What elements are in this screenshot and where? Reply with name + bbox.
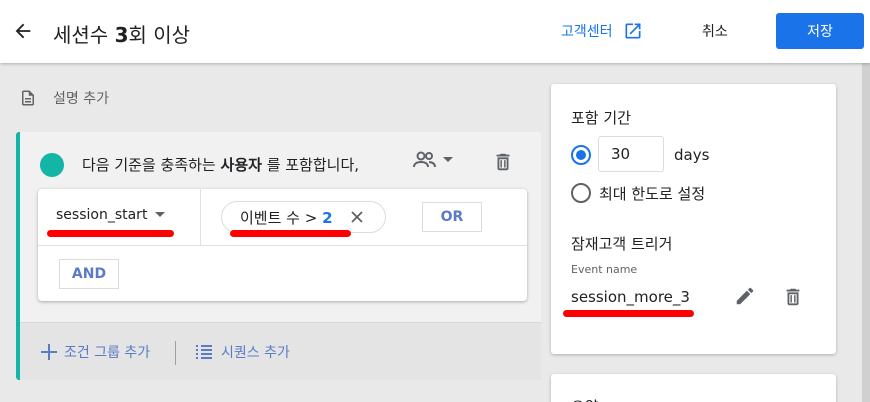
cancel-button[interactable]: 취소 [702, 21, 728, 41]
people-icon [413, 151, 436, 168]
title-bold: 3 [114, 23, 129, 47]
scope-dropdown[interactable] [412, 150, 454, 170]
edit-pencil-icon[interactable] [734, 285, 756, 307]
page-title: 세션수 3회 이상 [53, 19, 190, 48]
group-text-prefix: 다음 기준을 충족하는 [82, 156, 221, 174]
column-divider [200, 189, 201, 245]
annotation-underline-chip [230, 230, 351, 237]
condition-group-header: 다음 기준을 충족하는 사용자 를 포함합니다, [20, 132, 541, 192]
summary-panel: 요약 [551, 374, 836, 402]
annotation-underline-trigger [563, 310, 694, 317]
help-center-link[interactable]: 고객센터 [561, 21, 643, 41]
annotation-underline-event [47, 230, 174, 237]
delete-trigger-icon[interactable] [782, 285, 804, 309]
title-suffix: 회 이상 [128, 23, 191, 47]
row-divider [38, 245, 527, 246]
open-in-new-icon [625, 23, 641, 39]
footer-divider [175, 341, 176, 365]
group-text-suffix: 를 포함합니다, [261, 156, 360, 174]
audience-trigger-title: 잠재고객 트리거 [571, 235, 673, 253]
duration-max-label: 최대 한도로 설정 [599, 185, 706, 203]
caret-down-icon [443, 157, 453, 162]
duration-days-input[interactable]: 30 [598, 136, 664, 172]
group-color-dot [40, 153, 64, 177]
duration-max-radio[interactable] [571, 183, 591, 203]
event-dropdown[interactable]: session_start [56, 207, 166, 223]
chip-text: 이벤트 수 > 2 [240, 207, 333, 228]
chip-value: 2 [322, 208, 333, 227]
trigger-event-label: Event name [571, 263, 638, 276]
page-scrollbar[interactable] [862, 63, 870, 402]
sequence-list-icon [196, 345, 212, 359]
description-icon [22, 90, 34, 106]
help-center-label: 고객센터 [561, 24, 613, 40]
add-sequence-label: 시퀀스 추가 [221, 345, 290, 361]
event-name-value: session_start [56, 207, 148, 223]
add-condition-group-button[interactable]: 조건 그룹 추가 [40, 342, 150, 362]
delete-group-icon[interactable] [492, 150, 514, 174]
summary-title: 요약 [571, 396, 599, 402]
duration-days-radio[interactable] [571, 145, 591, 165]
plus-icon [41, 344, 57, 360]
chip-label: 이벤트 수 > [240, 208, 323, 227]
close-icon[interactable] [350, 211, 363, 223]
and-button[interactable]: AND [59, 259, 119, 289]
add-sequence-button[interactable]: 시퀀스 추가 [195, 342, 290, 362]
back-arrow-icon[interactable] [12, 20, 34, 42]
add-description-button[interactable]: 설명 추가 [19, 88, 109, 108]
condition-group: 다음 기준을 충족하는 사용자 를 포함합니다, session_start 이… [16, 132, 541, 380]
title-prefix: 세션수 [53, 23, 115, 47]
group-text-bold: 사용자 [220, 156, 262, 174]
event-count-chip[interactable]: 이벤트 수 > 2 [221, 201, 386, 233]
app-header: 세션수 3회 이상 고객센터 취소 저장 [0, 0, 870, 63]
save-button[interactable]: 저장 [776, 13, 864, 49]
condition-group-footer: 조건 그룹 추가 시퀀스 추가 [20, 322, 541, 380]
group-description: 다음 기준을 충족하는 사용자 를 포함합니다, [82, 154, 359, 175]
caret-down-icon [155, 212, 166, 217]
add-condition-group-label: 조건 그룹 추가 [64, 345, 151, 361]
or-button[interactable]: OR [422, 202, 482, 232]
condition-card: session_start 이벤트 수 > 2 OR AND [38, 189, 527, 301]
duration-days-unit: days [674, 146, 710, 164]
membership-duration-title: 포함 기간 [571, 109, 631, 127]
add-description-label: 설명 추가 [53, 91, 109, 107]
trigger-event-value: session_more_3 [571, 288, 690, 306]
